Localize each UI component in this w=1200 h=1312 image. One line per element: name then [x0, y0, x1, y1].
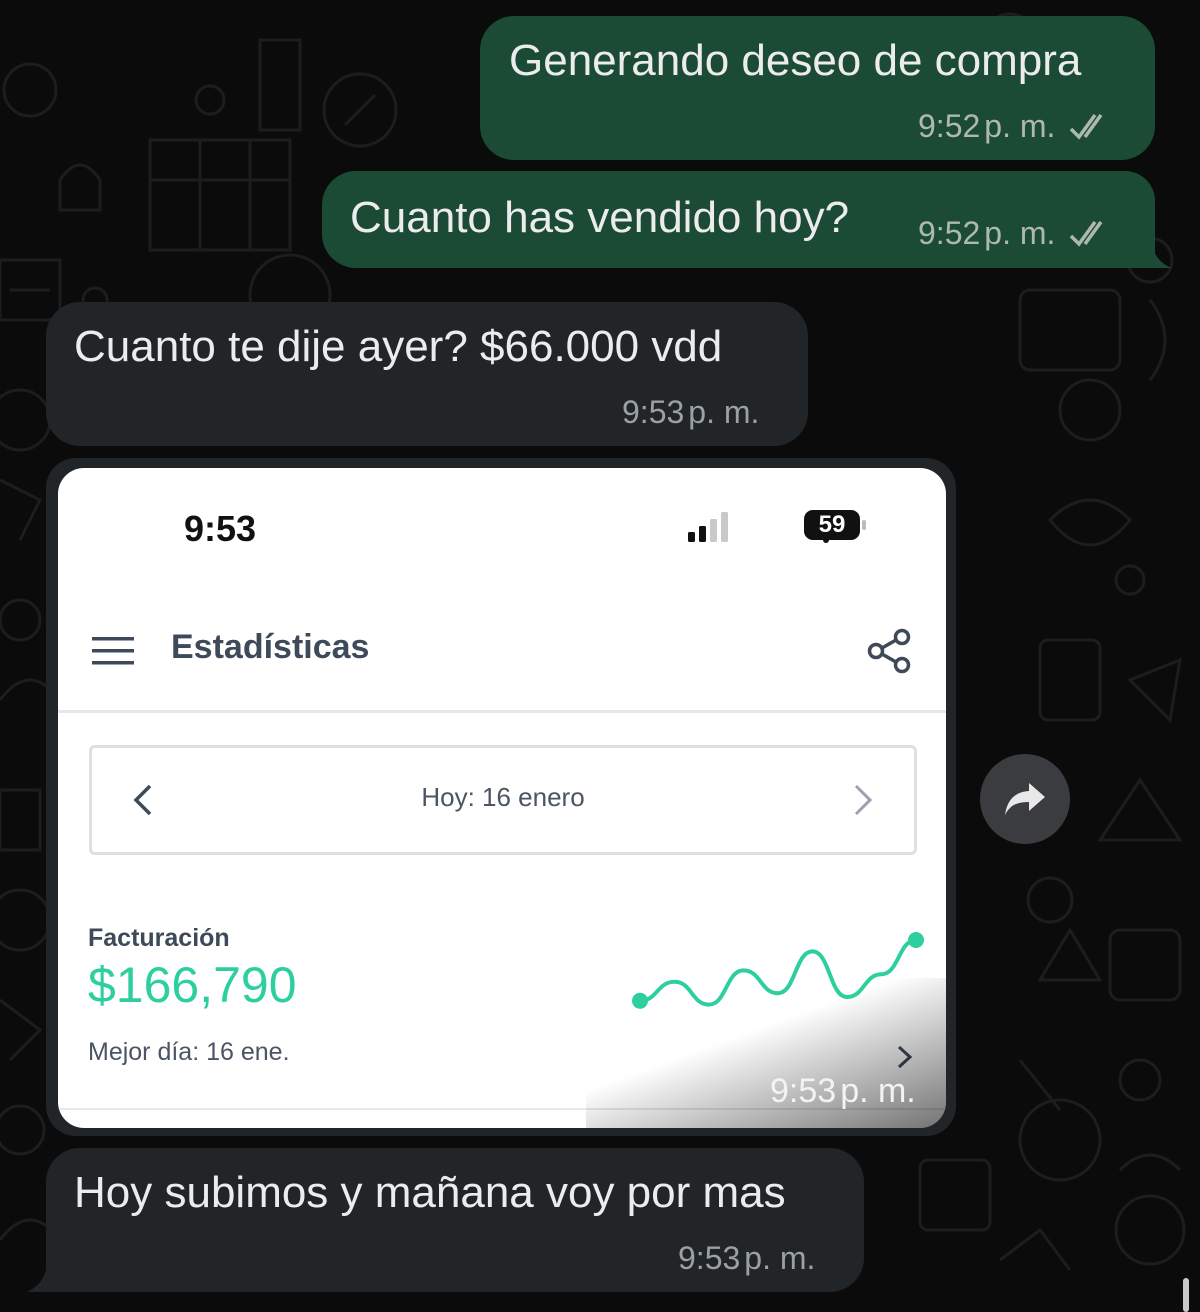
page-title: Estadísticas	[171, 628, 370, 666]
message-meta: 9:52 p. m.	[918, 108, 1113, 145]
status-bar-time: 9:53	[184, 508, 257, 549]
scrollbar-thumb[interactable]	[1183, 1278, 1189, 1312]
message-text: Cuanto te dije ayer? $66.000 vdd	[74, 322, 723, 371]
hamburger-menu-icon[interactable]	[92, 636, 134, 666]
date-selector[interactable]: Hoy: 16 enero	[89, 745, 917, 855]
incoming-message[interactable]: Hoy subimos y mañana voy por mas 9:53 p.…	[46, 1148, 864, 1292]
message-meta: 9:53 p. m.	[678, 1240, 815, 1277]
message-text: Hoy subimos y mañana voy por mas	[74, 1168, 786, 1217]
message-ampm: p. m.	[688, 394, 760, 430]
message-time: 9:53	[622, 394, 685, 430]
shared-screenshot[interactable]: 9:53 59 Estadísticas Hoy: 16 enero Factu…	[58, 468, 946, 1128]
message-ampm: p. m.	[984, 215, 1056, 251]
message-time: 9:52	[918, 108, 981, 144]
appbar-divider	[58, 710, 946, 713]
metric-label: Facturación	[88, 924, 230, 952]
message-time: 9:52	[918, 215, 981, 251]
message-text: Generando deseo de compra	[509, 36, 1082, 85]
message-ampm: p. m.	[984, 108, 1056, 144]
date-label: Hoy: 16 enero	[421, 782, 585, 812]
read-double-check-icon	[1070, 113, 1103, 140]
metric-value: $166,790	[88, 957, 297, 1013]
forward-button[interactable]	[980, 754, 1070, 844]
message-text: Cuanto has vendido hoy?	[350, 193, 850, 242]
message-time: 9:53	[678, 1240, 741, 1276]
read-double-check-icon	[1070, 220, 1103, 247]
incoming-message[interactable]: Cuanto te dije ayer? $66.000 vdd 9:53 p.…	[46, 302, 808, 446]
outgoing-message[interactable]: Generando deseo de compra 9:52 p. m.	[480, 16, 1155, 160]
battery-tip	[862, 520, 866, 530]
battery-indicator: 59	[804, 510, 860, 540]
image-message-time: 9:53 p. m.	[770, 1072, 916, 1111]
message-time: 9:53	[770, 1072, 837, 1110]
message-meta: 9:53 p. m.	[622, 394, 759, 431]
share-icon[interactable]	[866, 628, 914, 674]
message-ampm: p. m.	[840, 1072, 916, 1110]
forward-arrow-icon	[1005, 783, 1045, 815]
message-ampm: p. m.	[744, 1240, 816, 1276]
bubble-tail	[1150, 238, 1172, 268]
outgoing-message[interactable]: Cuanto has vendido hoy? 9:52 p. m.	[322, 171, 1155, 268]
sparkline-end-point	[908, 932, 924, 948]
chevron-right-icon[interactable]	[852, 782, 874, 818]
message-meta: 9:52 p. m.	[918, 215, 1113, 252]
metric-best-day: Mejor día: 16 ene.	[88, 1038, 290, 1066]
cellular-signal-icon	[688, 512, 728, 542]
bubble-tail	[26, 1262, 48, 1292]
